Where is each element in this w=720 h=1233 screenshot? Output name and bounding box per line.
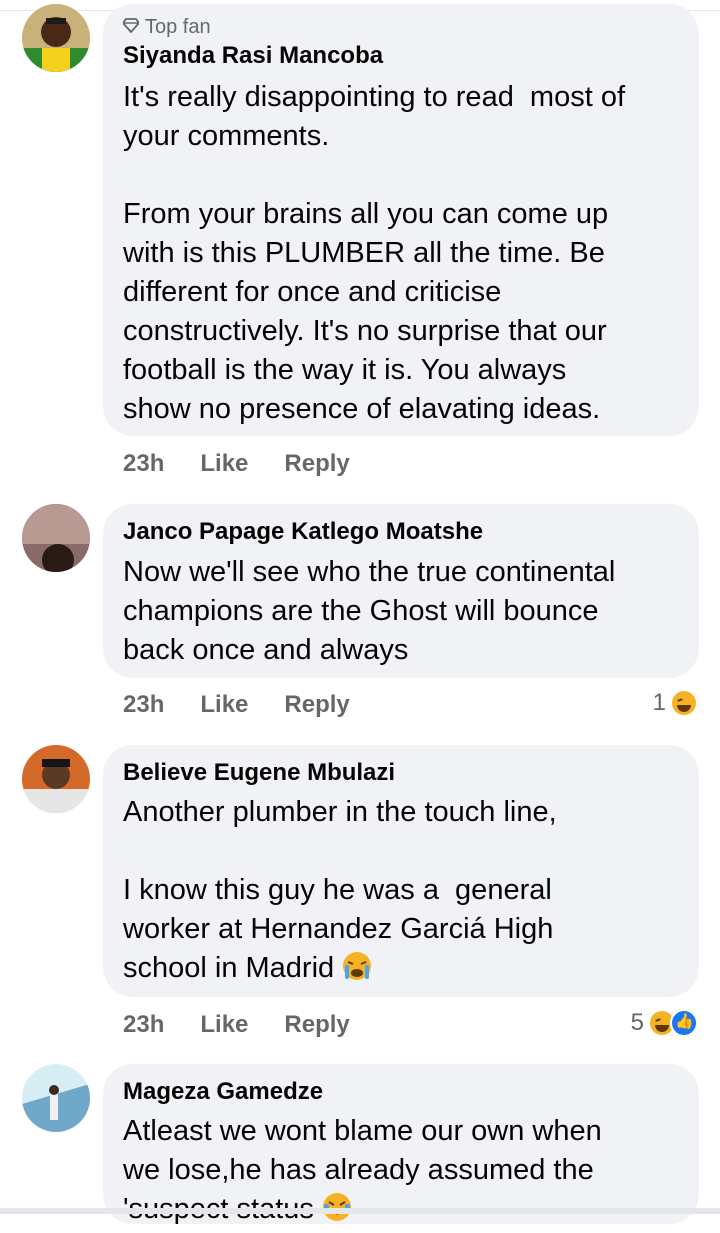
comment-actions: 23h Like Reply <box>123 691 386 719</box>
reply-button[interactable]: Reply <box>284 450 349 478</box>
diamond-icon <box>121 16 141 39</box>
avatar[interactable] <box>22 504 90 572</box>
comment-bubble: Janco Papage Katlego Moatshe Now we'll s… <box>103 504 699 678</box>
comment-text-content: Another plumber in the touch line, I kno… <box>123 796 557 984</box>
comment-text: Now we'll see who the true continental c… <box>123 556 616 666</box>
comment-text: Another plumber in the touch line, I kno… <box>123 793 683 988</box>
crying-face-icon <box>342 951 372 981</box>
avatar[interactable] <box>22 4 90 72</box>
like-button[interactable]: Like <box>200 450 248 478</box>
laughing-face-icon <box>322 1192 352 1222</box>
comment-bubble: Believe Eugene Mbulazi Another plumber i… <box>103 745 699 997</box>
comment-bubble: Mageza Gamedze Atleast we wont blame our… <box>103 1064 699 1225</box>
comment-actions: 23h Like Reply <box>123 450 386 478</box>
haha-icon <box>670 689 698 717</box>
comment-bubble: Top fan Siyanda Rasi Mancoba It's really… <box>103 4 699 436</box>
like-button[interactable]: Like <box>200 691 248 719</box>
timestamp[interactable]: 23h <box>123 450 164 478</box>
bottom-edge <box>0 1208 720 1214</box>
avatar[interactable] <box>22 745 90 813</box>
reaction-count: 1 <box>652 689 666 716</box>
reply-button[interactable]: Reply <box>284 1011 349 1039</box>
comment-author[interactable]: Believe Eugene Mbulazi <box>123 759 395 787</box>
comment-text: It's really disappointing to read most o… <box>123 81 626 425</box>
reply-button[interactable]: Reply <box>284 691 349 719</box>
reaction-count: 5 <box>630 1009 644 1036</box>
timestamp[interactable]: 23h <box>123 1011 164 1039</box>
comment-actions: 23h Like Reply <box>123 1011 386 1039</box>
comment-author[interactable]: Janco Papage Katlego Moatshe <box>123 518 483 546</box>
reactions-summary[interactable]: 1 <box>653 689 698 717</box>
timestamp[interactable]: 23h <box>123 691 164 719</box>
like-icon <box>670 1009 698 1037</box>
top-fan-badge: Top fan <box>121 16 211 39</box>
comment-author[interactable]: Siyanda Rasi Mancoba <box>123 42 383 70</box>
reactions-summary[interactable]: 5 <box>631 1009 698 1037</box>
comment-author[interactable]: Mageza Gamedze <box>123 1078 323 1106</box>
like-button[interactable]: Like <box>200 1011 248 1039</box>
avatar[interactable] <box>22 1064 90 1132</box>
